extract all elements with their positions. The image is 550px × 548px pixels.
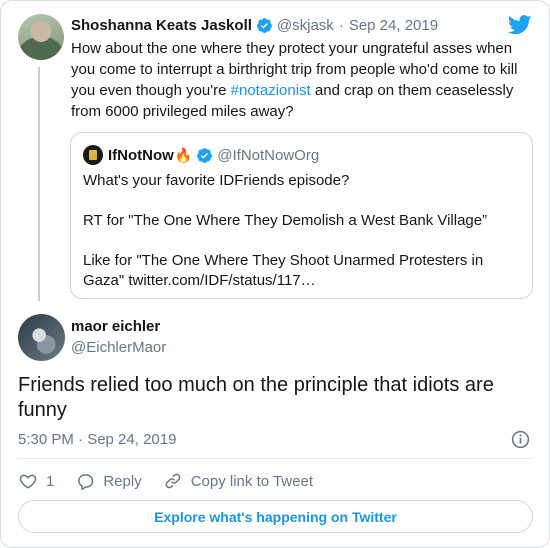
quoted-author-name: IfNotNow — [108, 146, 174, 164]
parent-author-name[interactable]: Shoshanna Keats Jaskoll — [71, 17, 252, 34]
quoted-tweet-text: What's your favorite IDFriends episode? … — [83, 171, 523, 291]
twitter-bird-icon[interactable] — [508, 15, 532, 35]
quoted-author-handle: @IfNotNowOrg — [217, 146, 320, 164]
hashtag-link[interactable]: #notazionist — [231, 82, 311, 99]
parent-tweet-header: Shoshanna Keats Jaskoll @skjask · Sep 24… — [71, 14, 438, 36]
link-icon — [165, 473, 181, 489]
quoted-line-3: Like for "The One Where They Shoot Unarm… — [83, 252, 484, 289]
parent-tweet-text: How about the one where they protect you… — [71, 38, 531, 122]
reply-bubble-icon — [78, 474, 94, 490]
like-count: 1 — [46, 472, 55, 490]
main-author-handle[interactable]: @EichlerMaor — [71, 339, 166, 356]
tweet-actions: 1 Reply Copy link to Tweet — [19, 470, 335, 492]
divider — [18, 458, 532, 459]
like-button[interactable]: 1 — [19, 472, 54, 490]
verified-badge-icon — [197, 147, 213, 163]
copy-link-label: Copy link to Tweet — [190, 472, 313, 490]
copy-link-button[interactable]: Copy link to Tweet — [164, 472, 313, 490]
main-tweet-timestamp[interactable]: 5:30 PM · Sep 24, 2019 — [18, 431, 176, 448]
quoted-line-1: What's your favorite IDFriends episode? — [83, 172, 350, 189]
reply-label: Reply — [103, 472, 142, 490]
main-tweet-text: Friends relied too much on the principle… — [18, 374, 494, 421]
heart-icon — [19, 474, 37, 489]
fire-emoji: 🔥 — [174, 146, 193, 163]
verified-badge-icon — [256, 17, 272, 33]
quoted-tweet-header: IfNotNow 🔥 @IfNotNowOrg — [83, 145, 319, 165]
parent-author-handle[interactable]: @skjask — [277, 17, 334, 34]
thread-connector-line — [38, 67, 40, 301]
explore-twitter-button[interactable]: Explore what's happening on Twitter — [18, 500, 533, 533]
header-separator: · — [338, 16, 344, 34]
embedded-tweet-card: Shoshanna Keats Jaskoll @skjask · Sep 24… — [0, 0, 550, 548]
main-author-name[interactable]: maor eichler — [71, 318, 160, 335]
main-author-avatar[interactable] — [18, 314, 65, 361]
info-icon[interactable] — [511, 430, 530, 449]
quoted-line-2: RT for "The One Where They Demolish a We… — [83, 212, 488, 229]
quoted-author-avatar — [83, 145, 103, 165]
parent-tweet-date[interactable]: Sep 24, 2019 — [349, 17, 438, 34]
reply-button[interactable]: Reply — [76, 472, 142, 490]
quoted-tweet[interactable]: IfNotNow 🔥 @IfNotNowOrg What's your favo… — [70, 132, 533, 299]
parent-author-avatar[interactable] — [18, 14, 64, 60]
